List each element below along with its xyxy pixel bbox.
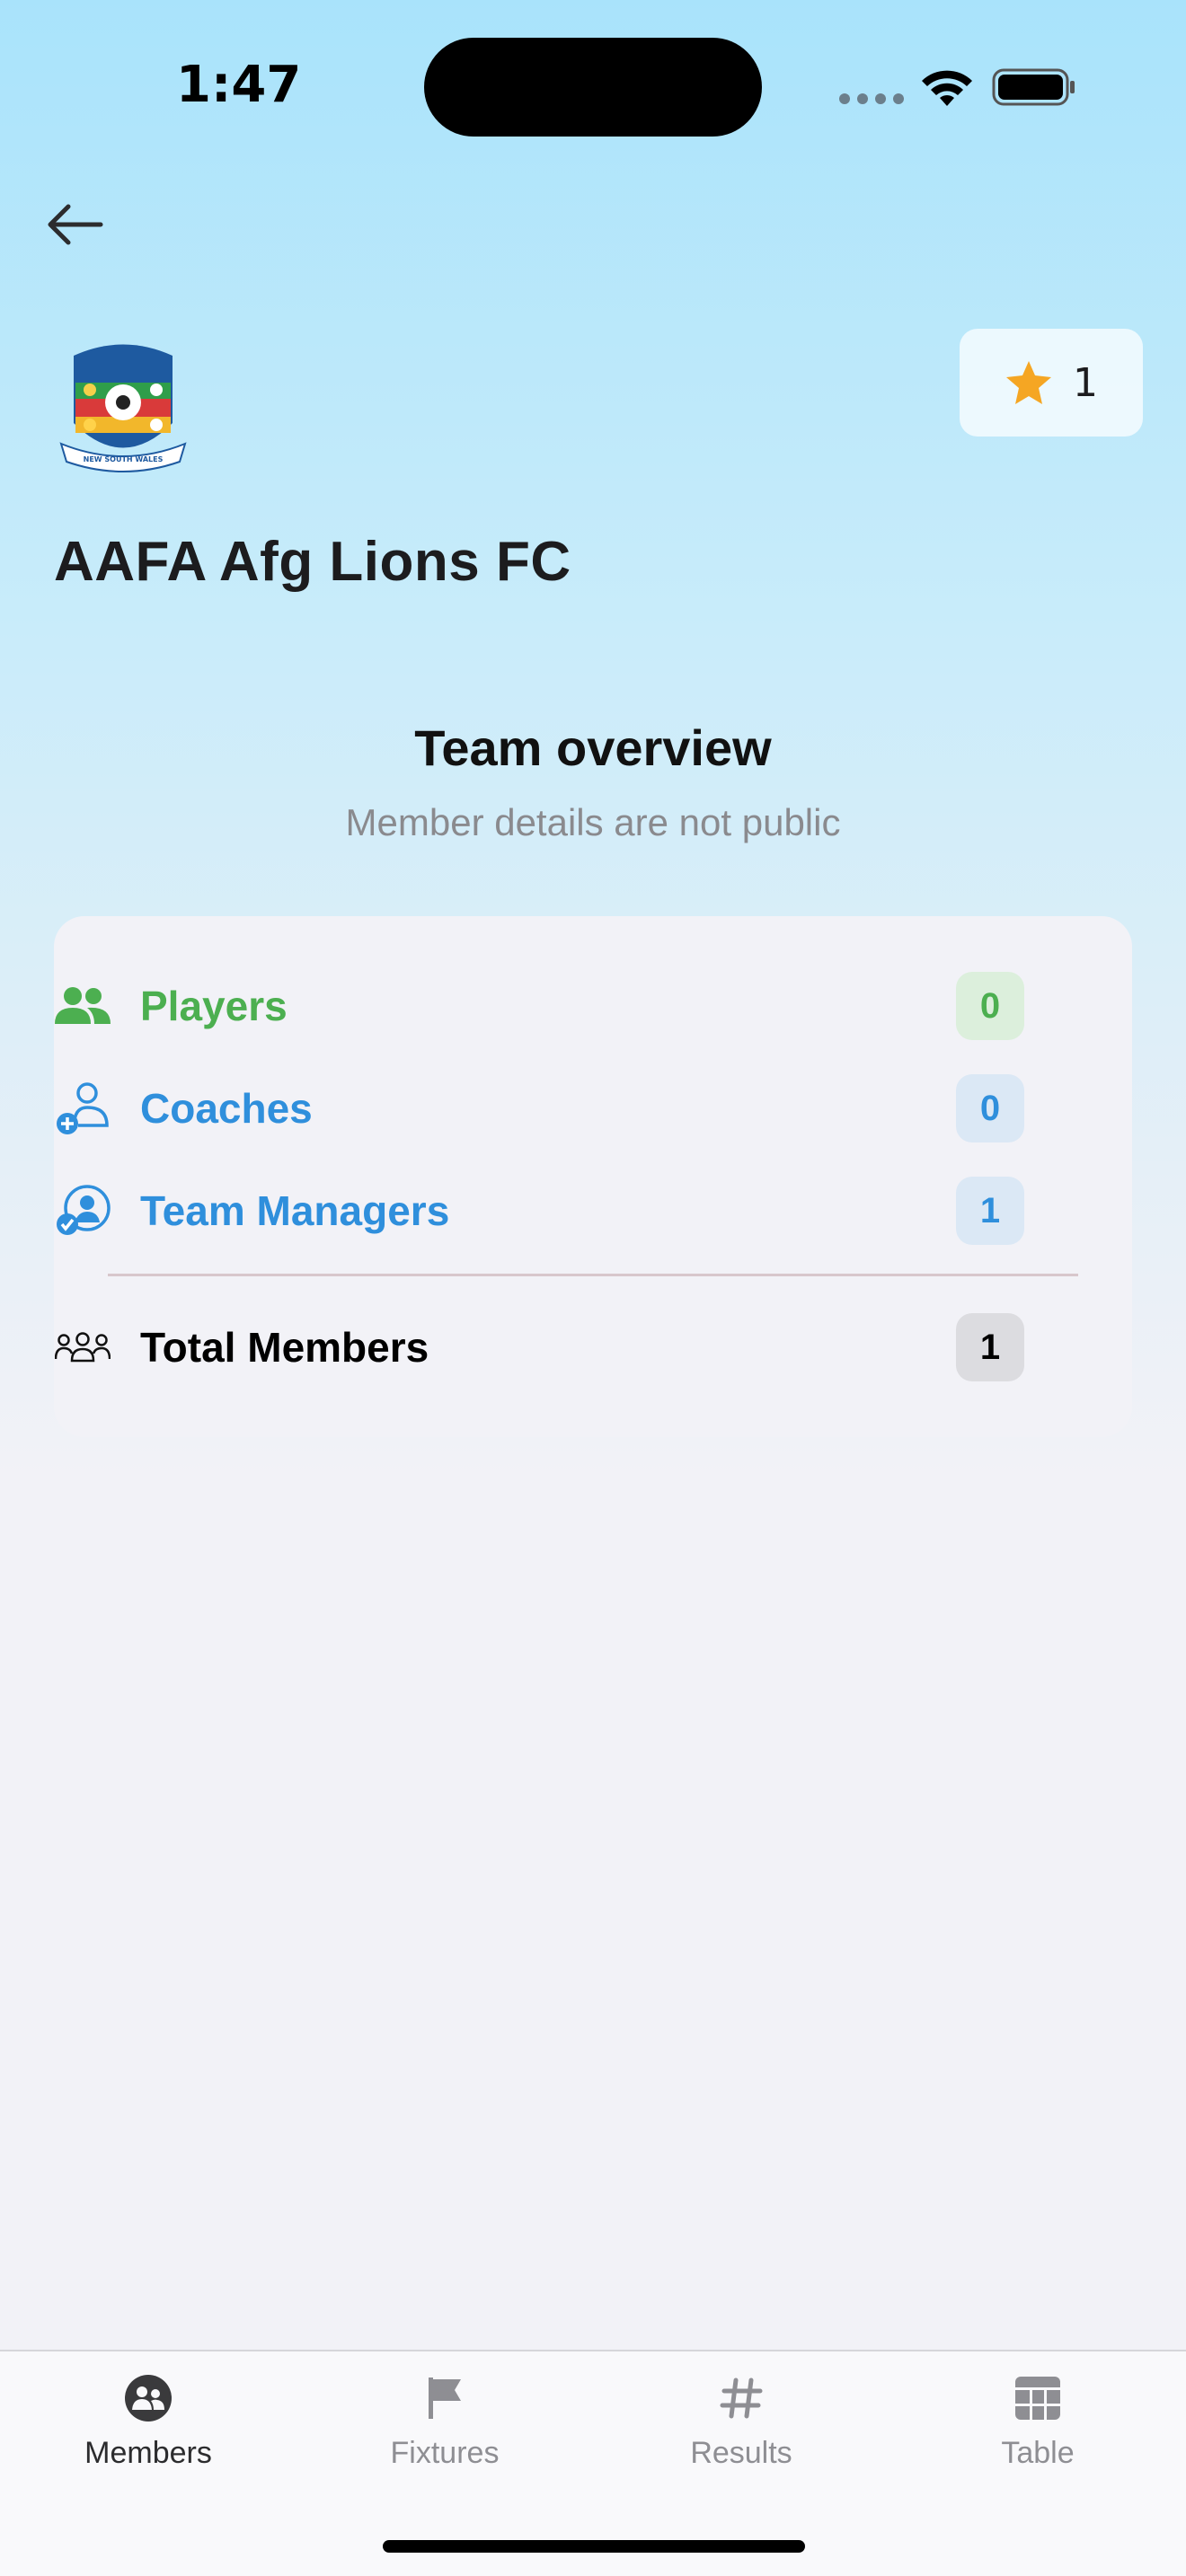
- tab-table[interactable]: Table: [890, 2351, 1186, 2513]
- team-logo: NEW SOUTH WALES: [59, 344, 187, 472]
- total-members-count-badge: 1: [956, 1313, 1024, 1381]
- home-indicator: [383, 2540, 805, 2553]
- dynamic-island: [424, 38, 762, 137]
- total-members-row: Total Members 1: [54, 1311, 1024, 1383]
- logo-text: NEW SOUTH WALES: [84, 455, 164, 463]
- coaches-row[interactable]: Coaches 0: [54, 1072, 1024, 1144]
- overview-subtitle: Member details are not public: [345, 801, 841, 843]
- team-name: AAFA Afg Lions FC: [54, 531, 571, 593]
- status-time: 1:47: [176, 56, 302, 114]
- tab-results[interactable]: Results: [593, 2351, 890, 2513]
- cellular-signal-icon: [839, 93, 904, 104]
- members-icon: [121, 2371, 175, 2425]
- team-managers-count-badge: 1: [956, 1177, 1024, 1245]
- coaches-label: Coaches: [140, 1085, 313, 1132]
- divider: [108, 1274, 1078, 1276]
- total-members-label: Total Members: [140, 1324, 429, 1371]
- star-icon: [1006, 361, 1051, 404]
- team-managers-row[interactable]: Team Managers 1: [54, 1175, 1024, 1247]
- players-count-badge: 0: [956, 972, 1024, 1040]
- team-managers-icon: [54, 1182, 111, 1239]
- wifi-icon: [922, 70, 972, 106]
- players-icon: [54, 977, 111, 1035]
- overview-title: Team overview: [414, 719, 772, 776]
- hash-icon: [714, 2371, 768, 2425]
- players-row[interactable]: Players 0: [54, 970, 1024, 1042]
- table-icon: [1011, 2371, 1065, 2425]
- tab-members[interactable]: Members: [0, 2351, 296, 2513]
- tab-fixtures[interactable]: Fixtures: [296, 2351, 593, 2513]
- tab-members-label: Members: [84, 2436, 212, 2470]
- tab-fixtures-label: Fixtures: [390, 2436, 500, 2470]
- favourites-count: 1: [1073, 359, 1098, 406]
- back-arrow-icon[interactable]: [45, 199, 108, 250]
- players-label: Players: [140, 983, 288, 1029]
- coaches-count-badge: 0: [956, 1074, 1024, 1142]
- flag-icon: [418, 2371, 472, 2425]
- battery-icon: [992, 68, 1075, 106]
- coaches-icon: [54, 1080, 111, 1137]
- tab-results-label: Results: [690, 2436, 792, 2470]
- group-icon: [54, 1319, 111, 1376]
- team-managers-label: Team Managers: [140, 1187, 450, 1234]
- tab-table-label: Table: [1001, 2436, 1075, 2470]
- favourite-button[interactable]: 1: [960, 329, 1143, 437]
